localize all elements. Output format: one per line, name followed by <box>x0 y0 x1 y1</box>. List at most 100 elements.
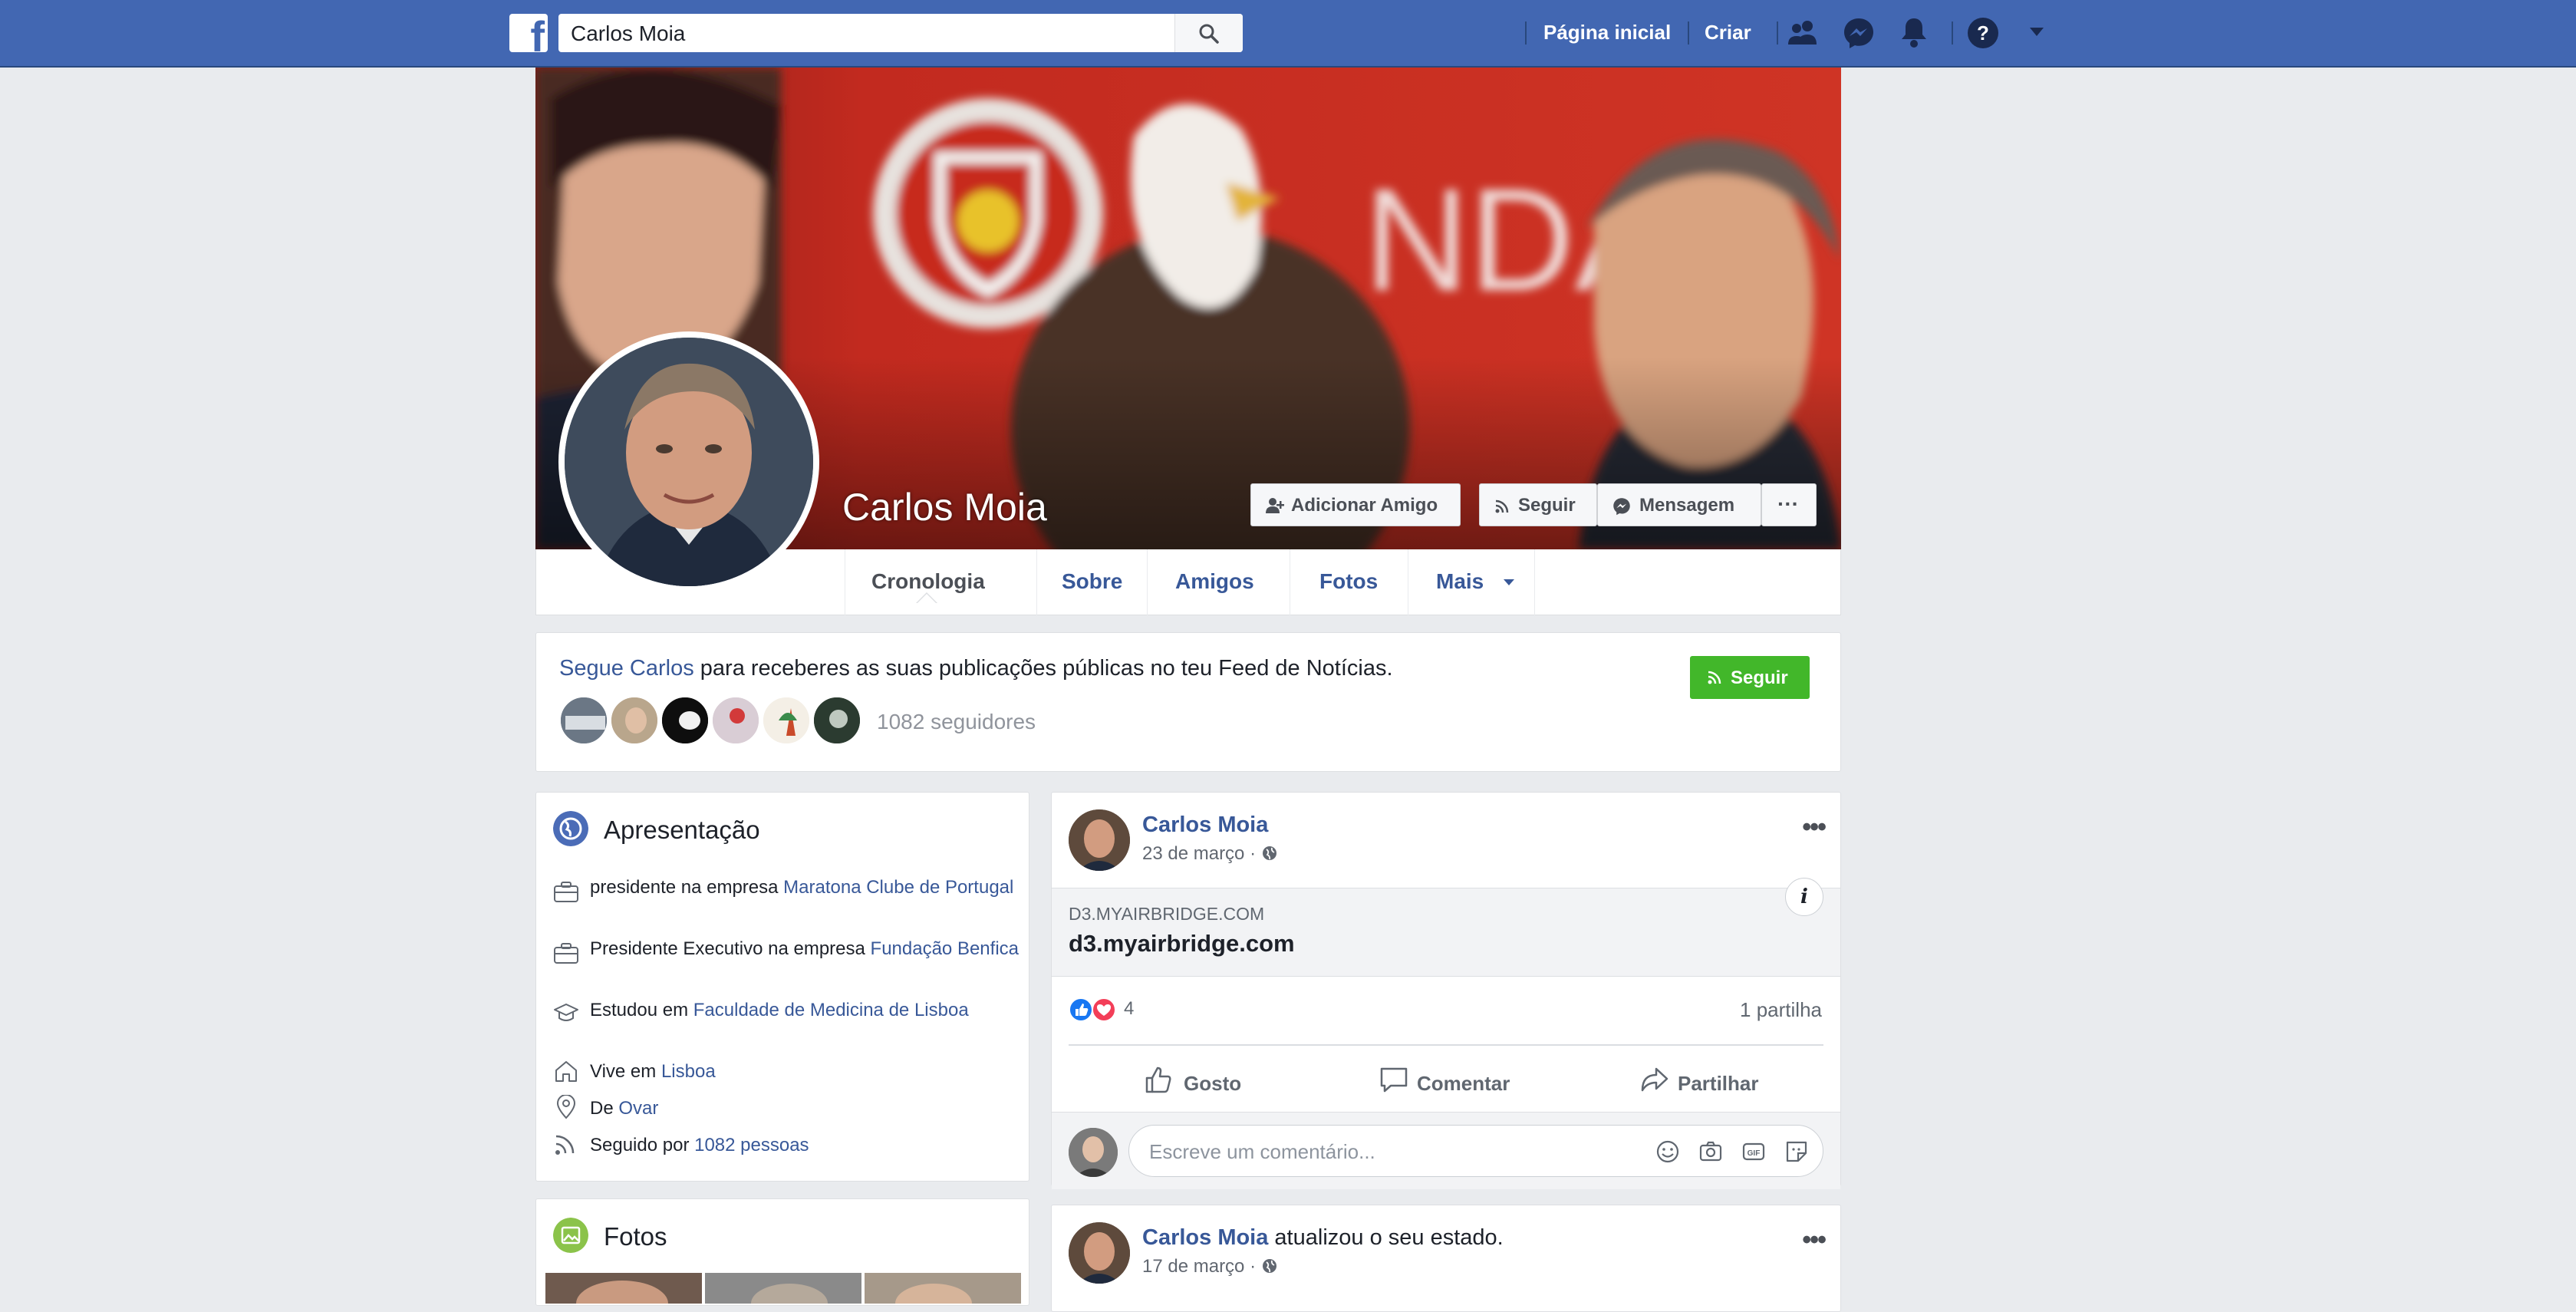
gif-icon[interactable]: GIF <box>1741 1139 1766 1164</box>
followers-count[interactable]: 1082 seguidores <box>877 710 1036 734</box>
globe-icon <box>553 811 588 846</box>
comment-input[interactable] <box>1148 1126 1611 1178</box>
tab-about[interactable]: Sobre <box>1036 549 1147 615</box>
post-options-icon[interactable]: ••• <box>1802 813 1827 842</box>
reactions-count[interactable]: 4 <box>1124 998 1134 1020</box>
follow-carlos-link[interactable]: Segue Carlos <box>559 656 694 681</box>
post-author-avatar[interactable] <box>1069 809 1130 871</box>
intro-work-item: Presidente Executivo na empresa Fundação… <box>590 937 1020 961</box>
sticker-icon[interactable] <box>1784 1139 1809 1164</box>
chevron-down-icon <box>1504 579 1514 585</box>
follower-avatar[interactable] <box>660 696 710 745</box>
intro-from-item: De Ovar <box>590 1096 1020 1121</box>
like-label: Gosto <box>1184 1072 1242 1095</box>
search-button[interactable] <box>1174 14 1243 52</box>
follower-avatar[interactable] <box>812 696 861 745</box>
globe-icon <box>1262 846 1276 860</box>
messenger-icon[interactable] <box>1841 15 1876 51</box>
comment-label: Comentar <box>1417 1072 1510 1095</box>
add-friend-icon <box>1266 498 1284 513</box>
profile-name: Carlos Moia <box>842 486 1047 529</box>
intro-from-prefix: De <box>590 1098 619 1119</box>
search-input[interactable] <box>569 14 1171 54</box>
intro-lives-prefix: Vive em <box>590 1061 661 1082</box>
follow-prompt-text: Segue Carlos para receberes as suas publ… <box>559 656 1393 681</box>
current-user-avatar[interactable] <box>1069 1128 1118 1177</box>
tab-photos[interactable]: Fotos <box>1290 549 1408 615</box>
post-options-icon[interactable]: ••• <box>1802 1225 1827 1255</box>
post-author-avatar[interactable] <box>1069 1222 1130 1284</box>
intro-work-link[interactable]: Maratona Clube de Portugal <box>783 877 1013 898</box>
top-navigation-bar: f Página inicial Criar ? <box>0 0 2576 68</box>
profile-picture[interactable] <box>558 331 819 592</box>
help-icon[interactable]: ? <box>1965 15 2001 51</box>
reactions-icons[interactable] <box>1069 997 1118 1023</box>
photo-thumbnail[interactable] <box>865 1273 1021 1304</box>
intro-from-link[interactable]: Ovar <box>618 1098 658 1119</box>
share-label: Partilhar <box>1678 1072 1759 1095</box>
link-preview[interactable]: D3.MYAIRBRIDGE.COM d3.myairbridge.com i <box>1052 878 1840 977</box>
nav-separator <box>1688 21 1689 45</box>
camera-icon[interactable] <box>1698 1139 1723 1164</box>
nav-create-link[interactable]: Criar <box>1705 21 1751 45</box>
tab-friends[interactable]: Amigos <box>1147 549 1290 615</box>
notifications-bell-icon[interactable] <box>1896 15 1932 51</box>
post-date[interactable]: 23 de março · <box>1142 843 1278 865</box>
intro-lives-item: Vive em Lisboa <box>590 1060 1020 1084</box>
intro-education-prefix: Estudou em <box>590 1000 693 1020</box>
messenger-icon <box>1613 498 1630 516</box>
tab-photos-label: Fotos <box>1319 569 1379 593</box>
message-label: Mensagem <box>1639 495 1735 516</box>
intro-education-link[interactable]: Faculdade de Medicina de Lisboa <box>693 1000 969 1020</box>
follower-avatar[interactable] <box>711 696 760 745</box>
tab-friends-label: Amigos <box>1175 569 1254 593</box>
photo-thumbnail[interactable] <box>545 1273 702 1304</box>
link-preview-domain: D3.MYAIRBRIDGE.COM <box>1069 904 1265 924</box>
add-friend-button[interactable]: Adicionar Amigo <box>1250 483 1461 526</box>
follower-avatar[interactable] <box>762 696 811 745</box>
photos-icon <box>553 1218 588 1253</box>
follow-button[interactable]: Seguir <box>1479 483 1597 526</box>
post-author-name[interactable]: Carlos Moia <box>1142 813 1268 838</box>
globe-icon <box>1262 1259 1276 1273</box>
comment-composer: GIF <box>1052 1112 1840 1189</box>
nav-home-link[interactable]: Página inicial <box>1543 21 1671 45</box>
profile-picture-image <box>565 338 813 586</box>
post-divider <box>1069 1044 1823 1046</box>
thumbs-up-icon <box>1145 1066 1171 1093</box>
shares-count[interactable]: 1 partilha <box>1740 998 1822 1022</box>
intro-work-link[interactable]: Fundação Benfica <box>871 938 1019 959</box>
intro-lives-link[interactable]: Lisboa <box>661 1061 716 1082</box>
tab-more[interactable]: Mais <box>1408 549 1535 615</box>
intro-work-item: presidente na empresa Maratona Clube de … <box>590 875 1020 900</box>
post-card: Carlos Moia 23 de março · ••• D3.MYAIRBR… <box>1051 792 1841 1189</box>
follow-green-button[interactable]: Seguir <box>1690 656 1810 699</box>
emoji-icon[interactable] <box>1655 1139 1680 1164</box>
follow-prompt-rest: para receberes as suas publicações públi… <box>693 656 1393 681</box>
message-button[interactable]: Mensagem <box>1597 483 1761 526</box>
friend-requests-icon[interactable] <box>1786 15 1821 51</box>
account-menu-chevron-down-icon[interactable] <box>2025 20 2048 43</box>
more-options-button[interactable]: ··· <box>1761 483 1817 526</box>
link-preview-title[interactable]: d3.myairbridge.com <box>1069 930 1295 958</box>
nav-separator <box>1777 21 1778 45</box>
tab-timeline[interactable]: Cronologia <box>845 549 1036 615</box>
post-action-text: atualizou o seu estado. <box>1268 1225 1504 1250</box>
link-info-icon[interactable]: i <box>1785 878 1823 916</box>
post-date[interactable]: 17 de março · <box>1142 1256 1278 1277</box>
post-date-text: 17 de março · <box>1142 1256 1261 1277</box>
active-tab-indicator-inner <box>917 594 936 603</box>
photos-title: Fotos <box>604 1222 667 1251</box>
intro-work-prefix: Presidente Executivo na empresa <box>590 938 871 959</box>
intro-followed-link[interactable]: 1082 pessoas <box>694 1135 809 1155</box>
add-friend-label: Adicionar Amigo <box>1291 495 1438 516</box>
follower-avatar[interactable] <box>559 696 608 745</box>
photo-thumbnail[interactable] <box>705 1273 861 1304</box>
intro-followed-prefix: Seguido por <box>590 1135 695 1155</box>
facebook-logo-icon[interactable]: f <box>509 14 548 52</box>
follower-avatar[interactable] <box>610 696 659 745</box>
post-author-name[interactable]: Carlos Moia <box>1142 1225 1268 1250</box>
search-box <box>558 14 1243 54</box>
search-icon <box>1199 24 1219 44</box>
svg-text:GIF: GIF <box>1748 1149 1761 1158</box>
